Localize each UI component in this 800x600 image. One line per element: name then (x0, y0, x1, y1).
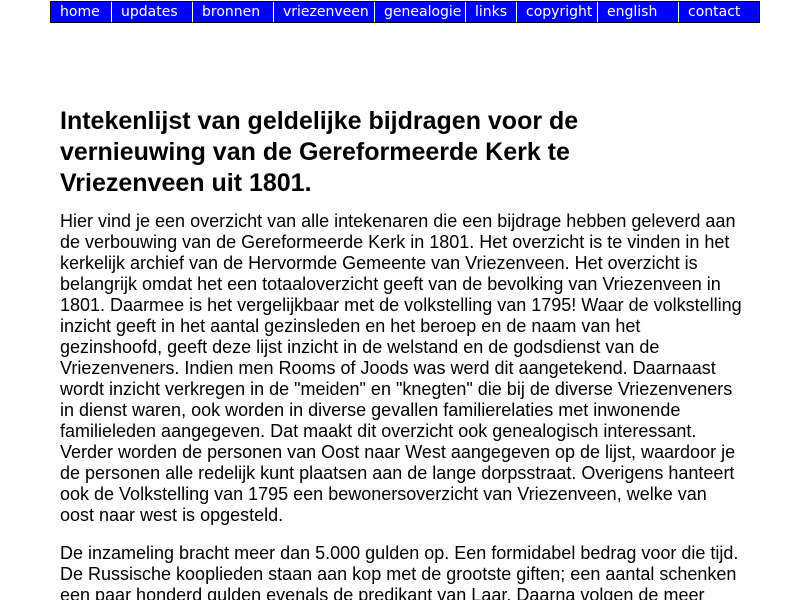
nav-link-home[interactable]: home (51, 2, 112, 22)
nav-link-bronnen[interactable]: bronnen (193, 2, 274, 22)
nav-link-copyright[interactable]: copyright (517, 2, 598, 22)
nav-link-updates[interactable]: updates (112, 2, 193, 22)
main-content: Intekenlijst van geldelijke bijdragen vo… (60, 106, 744, 600)
nav-link-genealogie[interactable]: genealogie (375, 2, 466, 22)
nav-link-english[interactable]: english (598, 2, 679, 22)
page-title: Intekenlijst van geldelijke bijdragen vo… (60, 107, 579, 197)
nav-link-contact[interactable]: contact (679, 2, 759, 22)
collection-paragraph: De inzameling bracht meer dan 5.000 guld… (60, 543, 739, 600)
top-navigation: home updates bronnen vriezenveen genealo… (50, 1, 760, 23)
intro-paragraph: Hier vind je een overzicht van alle inte… (60, 211, 742, 525)
nav-link-links[interactable]: links (466, 2, 517, 22)
nav-link-vriezenveen[interactable]: vriezenveen (274, 2, 375, 22)
